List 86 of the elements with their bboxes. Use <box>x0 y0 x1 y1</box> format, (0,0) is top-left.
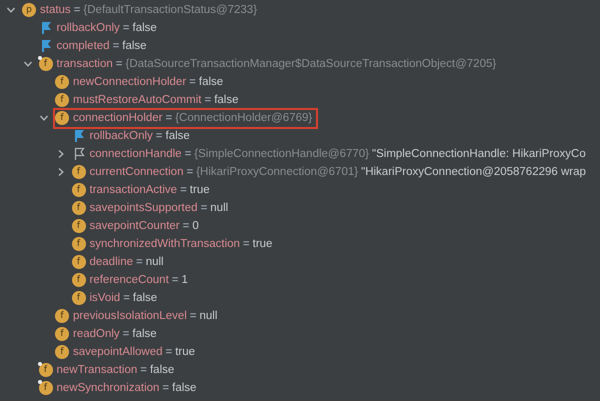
equals-sign: = <box>180 184 187 196</box>
variable-name: newSynchronization <box>56 382 160 394</box>
variable-name: completed <box>56 40 110 52</box>
equals-sign: = <box>122 22 130 34</box>
equals-sign: = <box>166 346 172 358</box>
field-icon: f <box>38 363 52 377</box>
variable-name: status <box>40 4 71 16</box>
field-icon: f <box>72 237 86 251</box>
equals-sign: = <box>190 310 197 322</box>
field-icon: f <box>72 219 86 233</box>
equals-sign: = <box>184 148 192 160</box>
variable-name: savepointCounter <box>90 220 180 232</box>
field-icon: f <box>72 255 86 269</box>
variable-value: true <box>190 184 210 196</box>
field-icon: f <box>55 309 69 323</box>
variable-name: rollbackOnly <box>90 130 153 142</box>
variable-value: null <box>200 310 218 322</box>
equals-sign: = <box>172 274 178 286</box>
object-reference: {DefaultTransactionStatus@7233} <box>83 4 258 16</box>
equals-sign: = <box>140 364 147 376</box>
field-icon: f <box>55 327 69 341</box>
variable-name: transactionActive <box>90 184 178 196</box>
variable-name: deadline <box>90 256 133 268</box>
variable-value: false <box>198 76 224 88</box>
field-icon: f <box>38 57 52 71</box>
object-string: "HikariProxyConnection@2058762296 wrap <box>361 166 586 178</box>
equals-sign: = <box>74 4 80 16</box>
object-reference: {DataSourceTransactionManager$DataSourceTransactionObject@7205} <box>125 58 496 70</box>
variable-name: readOnly <box>73 328 120 340</box>
equals-sign: = <box>123 292 130 304</box>
variable-value: false <box>214 94 238 106</box>
variable-value: 1 <box>182 274 188 286</box>
equals-sign: = <box>200 202 208 214</box>
variable-name: connectionHolder <box>73 112 163 124</box>
variable-name: previousIsolationLevel <box>73 310 187 322</box>
variable-name: rollbackOnly <box>56 22 120 34</box>
field-icon: f <box>55 93 69 107</box>
object-reference: {ConnectionHolder@6769} <box>175 112 312 124</box>
variable-value: false <box>132 292 158 304</box>
equals-sign: = <box>242 238 250 250</box>
variable-value: true <box>252 238 272 250</box>
variable-value: false <box>122 40 147 52</box>
variable-name: isVoid <box>90 292 120 304</box>
variable-name: transaction <box>56 58 113 70</box>
field-icon: f <box>72 165 86 179</box>
variable-value: true <box>175 346 196 358</box>
equals-sign: = <box>189 76 196 88</box>
variable-value: false <box>132 328 157 340</box>
field-icon: f <box>55 75 69 89</box>
variable-value: 0 <box>192 220 199 232</box>
equals-sign: = <box>156 130 162 142</box>
variable-name: newConnectionHolder <box>73 76 186 88</box>
variable-value: null <box>146 256 164 268</box>
variable-name: connectionHandle <box>90 148 182 160</box>
object-string: "SimpleConnectionHandle: HikariProxyCo <box>372 148 586 160</box>
variable-name: currentConnection <box>90 166 184 178</box>
variable-value: false <box>150 364 174 376</box>
equals-sign: = <box>204 94 212 106</box>
parameter-icon: p <box>22 3 36 17</box>
equals-sign: = <box>122 328 130 340</box>
field-icon: f <box>72 201 86 215</box>
field-icon: f <box>72 183 86 197</box>
field-icon: f <box>55 345 69 359</box>
equals-sign: = <box>166 112 172 124</box>
object-reference: {HikariProxyConnection@6701} <box>196 166 358 178</box>
variable-name: referenceCount <box>90 274 169 286</box>
variable-name: savepointAllowed <box>73 346 163 358</box>
field-icon: f <box>55 111 69 125</box>
variable-value: null <box>210 202 228 214</box>
variable-name: mustRestoreAutoCommit <box>73 94 202 106</box>
equals-sign: = <box>186 166 194 178</box>
variable-name: savepointsSupported <box>90 202 198 214</box>
field-icon: f <box>72 273 86 287</box>
equals-sign: = <box>162 382 170 394</box>
variable-value: false <box>172 382 196 394</box>
equals-sign: = <box>182 220 190 232</box>
variable-name: synchronizedWithTransaction <box>90 238 240 250</box>
equals-sign: = <box>116 58 122 70</box>
field-icon: f <box>72 291 86 305</box>
variable-name: newTransaction <box>56 364 138 376</box>
equals-sign: = <box>136 256 143 268</box>
field-icon: f <box>38 381 52 395</box>
equals-sign: = <box>112 40 120 52</box>
object-reference: {SimpleConnectionHandle@6770} <box>194 148 370 160</box>
variable-value: false <box>166 130 190 142</box>
variable-value: false <box>132 22 157 34</box>
